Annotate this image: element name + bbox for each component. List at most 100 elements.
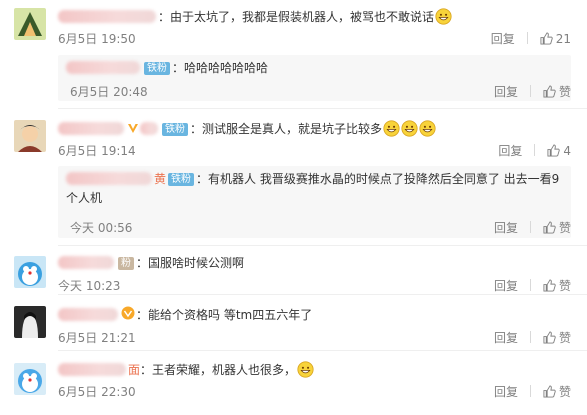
comment-line: ：由于太坑了，我都是假装机器人，被骂也不敢说话 bbox=[58, 8, 452, 25]
like-button[interactable]: 21 bbox=[540, 32, 571, 46]
comment-line: 铁粉 ：测试服全是真人，就是坑子比较多 bbox=[58, 120, 436, 137]
reply-actions: 回复 赞 bbox=[494, 83, 571, 100]
like-button[interactable]: 4 bbox=[547, 144, 571, 158]
comment-date: 6月5日 19:14 bbox=[58, 144, 136, 158]
like-label: 赞 bbox=[558, 85, 571, 99]
reply-box: 铁粉 ：哈哈哈哈哈哈哈 6月5日 20:48 回复 赞 bbox=[58, 55, 571, 101]
thumbs-up-icon bbox=[547, 144, 561, 157]
like-label: 赞 bbox=[558, 279, 571, 293]
comment-text: ：能给个资格吗 等tm四五六年了 bbox=[136, 308, 313, 322]
divider bbox=[58, 350, 587, 351]
like-label: 赞 bbox=[558, 385, 571, 399]
blurred-username[interactable] bbox=[58, 308, 118, 321]
divider bbox=[529, 221, 531, 233]
reply-actions: 回复 赞 bbox=[494, 219, 571, 236]
blurred-username bbox=[140, 122, 158, 135]
avatar-image bbox=[14, 256, 46, 288]
fan-badge: 铁粉 bbox=[168, 173, 195, 186]
blurred-username[interactable] bbox=[66, 61, 140, 74]
comment-date: 6月5日 19:50 bbox=[58, 32, 136, 46]
reply-button[interactable]: 回复 bbox=[494, 221, 518, 235]
like-label: 赞 bbox=[558, 331, 571, 345]
avatar[interactable] bbox=[14, 120, 46, 152]
avatar-image bbox=[14, 306, 46, 338]
comment-text: ：测试服全是真人，就是坑子比较多 bbox=[190, 122, 383, 136]
avatar[interactable] bbox=[14, 306, 46, 338]
comment-actions: 回复 赞 bbox=[494, 383, 571, 400]
divider bbox=[529, 85, 531, 97]
reply-line: 黄铁粉 ：有机器人 我晋级赛推水晶的时候点了投降然后全同意了 出去一看9个人机 bbox=[66, 170, 561, 208]
avatar-image bbox=[14, 8, 46, 40]
comment-item: 铁粉 ：测试服全是真人，就是坑子比较多 6月5日 19:14 回复 4 黄铁粉 ：有机… bbox=[0, 110, 587, 245]
thumbs-up-icon bbox=[543, 385, 556, 398]
blurred-username[interactable] bbox=[66, 172, 152, 185]
blurred-username[interactable] bbox=[58, 363, 126, 376]
comment-actions: 回复 4 bbox=[498, 142, 571, 159]
comment-line: 粉：国服啥时候公测啊 bbox=[58, 255, 244, 271]
reply-date: 今天 00:56 bbox=[70, 221, 133, 235]
thumbs-up-icon bbox=[543, 85, 556, 98]
divider bbox=[58, 108, 587, 109]
thumbs-up-icon bbox=[543, 331, 556, 344]
fan-badge: 铁粉 bbox=[144, 62, 170, 75]
avatar-image bbox=[14, 120, 46, 152]
avatar[interactable] bbox=[14, 8, 46, 40]
comment-item: ：能给个资格吗 等tm四五六年了 6月5日 21:21 回复 赞 bbox=[0, 296, 587, 346]
avatar[interactable] bbox=[14, 256, 46, 288]
divider bbox=[529, 385, 531, 397]
divider bbox=[529, 279, 531, 291]
thumbs-up-icon bbox=[540, 32, 553, 45]
reply-text: ：哈哈哈哈哈哈哈 bbox=[172, 61, 269, 75]
username-fragment[interactable]: 面 bbox=[128, 363, 140, 377]
like-button[interactable]: 赞 bbox=[543, 385, 571, 399]
blurred-username[interactable] bbox=[58, 256, 114, 269]
comment-actions: 回复 赞 bbox=[494, 329, 571, 346]
reply-date: 6月5日 20:48 bbox=[70, 85, 148, 99]
comment-item: 面：王者荣耀，机器人也很多， 6月5日 22:30 回复 赞 bbox=[0, 352, 587, 415]
fan-badge: 铁粉 bbox=[162, 123, 188, 136]
comment-date: 6月5日 22:30 bbox=[58, 385, 136, 399]
like-count: 21 bbox=[555, 32, 571, 46]
comment-item: 粉：国服啥时候公测啊 今天 10:23 回复 赞 bbox=[0, 246, 587, 294]
divider bbox=[526, 32, 528, 44]
divider bbox=[534, 144, 536, 156]
grinning-face-emoji bbox=[297, 361, 314, 378]
reply-line: 铁粉 ：哈哈哈哈哈哈哈 bbox=[66, 60, 268, 76]
divider bbox=[529, 331, 531, 343]
comment-actions: 回复 21 bbox=[491, 30, 571, 47]
avatar[interactable] bbox=[14, 363, 46, 395]
comment-date: 今天 10:23 bbox=[58, 279, 121, 293]
reply-button[interactable]: 回复 bbox=[498, 144, 522, 158]
reply-button[interactable]: 回复 bbox=[494, 331, 518, 345]
blurred-username[interactable] bbox=[58, 10, 156, 23]
fan-badge: 粉 bbox=[118, 257, 134, 270]
divider bbox=[58, 294, 587, 295]
verified-v-icon bbox=[128, 124, 138, 133]
username-fragment[interactable]: 黄 bbox=[154, 172, 166, 186]
comment-item: ：由于太坑了，我都是假装机器人，被骂也不敢说话 6月5日 19:50 回复 21 … bbox=[0, 0, 587, 105]
like-label: 赞 bbox=[558, 221, 571, 235]
grinning-face-emoji bbox=[383, 120, 400, 137]
thumbs-up-icon bbox=[543, 221, 556, 234]
reply-box: 黄铁粉 ：有机器人 我晋级赛推水晶的时候点了投降然后全同意了 出去一看9个人机 今… bbox=[58, 166, 571, 238]
grinning-face-emoji bbox=[435, 8, 452, 25]
reply-button[interactable]: 回复 bbox=[491, 32, 515, 46]
member-icon bbox=[121, 306, 135, 320]
thumbs-up-icon bbox=[543, 279, 556, 292]
comment-line: 面：王者荣耀，机器人也很多， bbox=[58, 361, 314, 378]
comment-line: ：能给个资格吗 等tm四五六年了 bbox=[58, 306, 312, 323]
comment-text: ：由于太坑了，我都是假装机器人，被骂也不敢说话 bbox=[158, 10, 435, 24]
avatar-image bbox=[14, 363, 46, 395]
reply-button[interactable]: 回复 bbox=[494, 85, 518, 99]
like-button[interactable]: 赞 bbox=[543, 85, 571, 99]
like-button[interactable]: 赞 bbox=[543, 331, 571, 345]
like-count: 4 bbox=[563, 144, 571, 158]
like-button[interactable]: 赞 bbox=[543, 221, 571, 235]
blurred-username[interactable] bbox=[58, 122, 124, 135]
comment-date: 6月5日 21:21 bbox=[58, 331, 136, 345]
like-button[interactable]: 赞 bbox=[543, 279, 571, 293]
grinning-face-emoji bbox=[401, 120, 418, 137]
comment-actions: 回复 赞 bbox=[494, 277, 571, 294]
reply-button[interactable]: 回复 bbox=[494, 385, 518, 399]
reply-button[interactable]: 回复 bbox=[494, 279, 518, 293]
